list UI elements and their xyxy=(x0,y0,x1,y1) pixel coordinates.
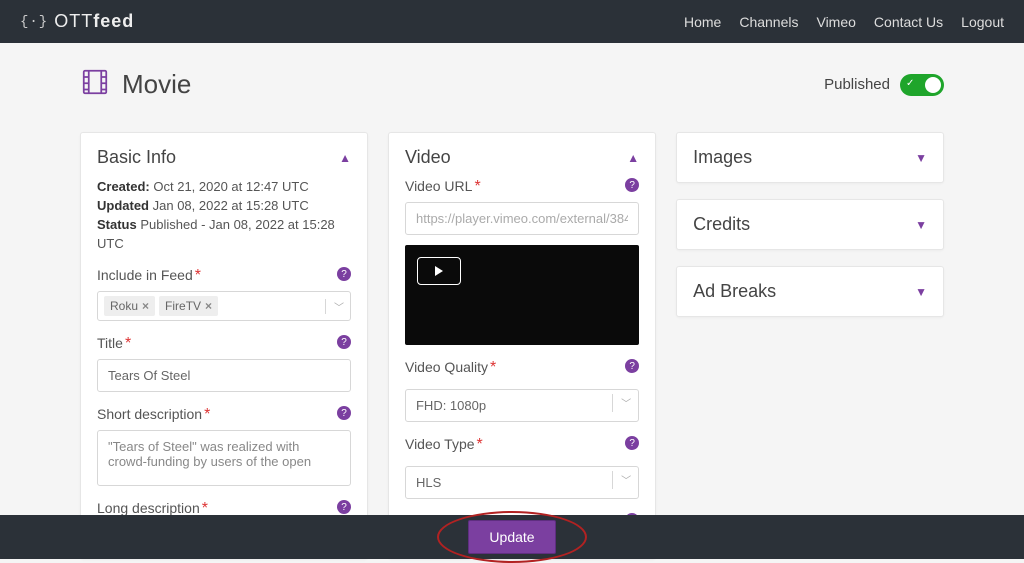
adbreaks-card[interactable]: Ad Breaks ▼ xyxy=(676,266,944,317)
title-input[interactable] xyxy=(97,359,351,392)
tag-roku-remove-icon[interactable]: × xyxy=(142,299,149,313)
short-desc-field: Short description* ? "Tears of Steel" wa… xyxy=(97,406,351,486)
update-button[interactable]: Update xyxy=(468,520,555,554)
images-title: Images xyxy=(693,147,752,168)
brand-text-2: feed xyxy=(93,11,134,32)
page-title: Movie xyxy=(122,69,191,100)
tag-firetv-remove-icon[interactable]: × xyxy=(205,299,212,313)
brand-logo-icon: {·} xyxy=(20,14,48,30)
include-in-feed-field: Include in Feed* ? Roku × FireTV × ﹀ xyxy=(97,267,351,321)
right-column: Images ▼ Credits ▼ Ad Breaks ▼ xyxy=(676,132,944,559)
created-label: Created: xyxy=(97,179,150,194)
nav: Home Channels Vimeo Contact Us Logout xyxy=(684,14,1004,30)
video-quality-select[interactable] xyxy=(405,389,639,422)
video-type-field: Video Type* ? ﹀ xyxy=(405,436,639,499)
video-title: Video xyxy=(405,147,451,168)
caret-up-icon[interactable]: ▲ xyxy=(339,151,351,165)
tag-firetv-label: FireTV xyxy=(165,299,201,313)
short-desc-input[interactable]: "Tears of Steel" was realized with crowd… xyxy=(97,430,351,486)
title-label: Title xyxy=(97,335,123,351)
tag-roku: Roku × xyxy=(104,296,155,316)
created-value: Oct 21, 2020 at 12:47 UTC xyxy=(153,179,308,194)
film-icon xyxy=(80,67,110,102)
help-icon[interactable]: ? xyxy=(337,335,351,349)
credits-title: Credits xyxy=(693,214,750,235)
required-icon: * xyxy=(477,436,483,453)
nav-logout[interactable]: Logout xyxy=(961,14,1004,30)
tag-roku-label: Roku xyxy=(110,299,138,313)
long-desc-label: Long description xyxy=(97,500,200,516)
short-desc-label: Short description xyxy=(97,406,202,422)
topbar: {·} OTTfeed Home Channels Vimeo Contact … xyxy=(0,0,1024,43)
video-preview xyxy=(405,245,639,345)
video-card: Video ▲ Video URL* ? Video Quality* ? ﹀ xyxy=(388,132,656,559)
video-type-select[interactable] xyxy=(405,466,639,499)
published-label: Published xyxy=(824,76,890,93)
adbreaks-title: Ad Breaks xyxy=(693,281,776,302)
include-in-feed-label: Include in Feed xyxy=(97,267,193,283)
required-icon: * xyxy=(195,267,201,284)
meta-block: Created: Oct 21, 2020 at 12:47 UTC Updat… xyxy=(97,178,351,253)
updated-value: Jan 08, 2022 at 15:28 UTC xyxy=(153,198,309,213)
brand-text-1: OTT xyxy=(54,11,93,32)
caret-down-icon[interactable]: ▼ xyxy=(915,285,927,299)
chevron-down-icon[interactable]: ﹀ xyxy=(325,299,344,314)
video-quality-label: Video Quality xyxy=(405,359,488,375)
help-icon[interactable]: ? xyxy=(625,178,639,192)
credits-card[interactable]: Credits ▼ xyxy=(676,199,944,250)
published-toggle[interactable] xyxy=(900,74,944,96)
publish-status: Published xyxy=(824,74,944,96)
basic-info-title: Basic Info xyxy=(97,147,176,168)
footer: Update xyxy=(0,515,1024,559)
required-icon: * xyxy=(490,359,496,376)
help-icon[interactable]: ? xyxy=(337,500,351,514)
video-type-label: Video Type xyxy=(405,436,475,452)
caret-down-icon[interactable]: ▼ xyxy=(915,151,927,165)
page-header: Movie Published xyxy=(80,67,944,102)
play-icon[interactable] xyxy=(417,257,461,285)
help-icon[interactable]: ? xyxy=(337,267,351,281)
help-icon[interactable]: ? xyxy=(625,436,639,450)
caret-down-icon[interactable]: ▼ xyxy=(915,218,927,232)
page: Movie Published Basic Info ▲ Created: Oc… xyxy=(0,43,1024,559)
nav-home[interactable]: Home xyxy=(684,14,721,30)
nav-channels[interactable]: Channels xyxy=(739,14,798,30)
include-in-feed-select[interactable]: Roku × FireTV × ﹀ xyxy=(97,291,351,321)
video-url-input[interactable] xyxy=(405,202,639,235)
brand: {·} OTTfeed xyxy=(20,11,134,32)
columns: Basic Info ▲ Created: Oct 21, 2020 at 12… xyxy=(80,132,944,559)
caret-up-icon[interactable]: ▲ xyxy=(627,151,639,165)
tag-firetv: FireTV × xyxy=(159,296,218,316)
images-card[interactable]: Images ▼ xyxy=(676,132,944,183)
video-url-label: Video URL xyxy=(405,178,472,194)
required-icon: * xyxy=(125,335,131,352)
updated-label: Updated xyxy=(97,198,149,213)
video-quality-field: Video Quality* ? ﹀ xyxy=(405,359,639,422)
required-icon: * xyxy=(474,178,480,195)
basic-info-card: Basic Info ▲ Created: Oct 21, 2020 at 12… xyxy=(80,132,368,559)
nav-vimeo[interactable]: Vimeo xyxy=(816,14,855,30)
help-icon[interactable]: ? xyxy=(337,406,351,420)
nav-contact[interactable]: Contact Us xyxy=(874,14,943,30)
required-icon: * xyxy=(204,406,210,423)
title-field: Title* ? xyxy=(97,335,351,392)
video-url-field: Video URL* ? xyxy=(405,178,639,235)
status-label: Status xyxy=(97,217,137,232)
help-icon[interactable]: ? xyxy=(625,359,639,373)
